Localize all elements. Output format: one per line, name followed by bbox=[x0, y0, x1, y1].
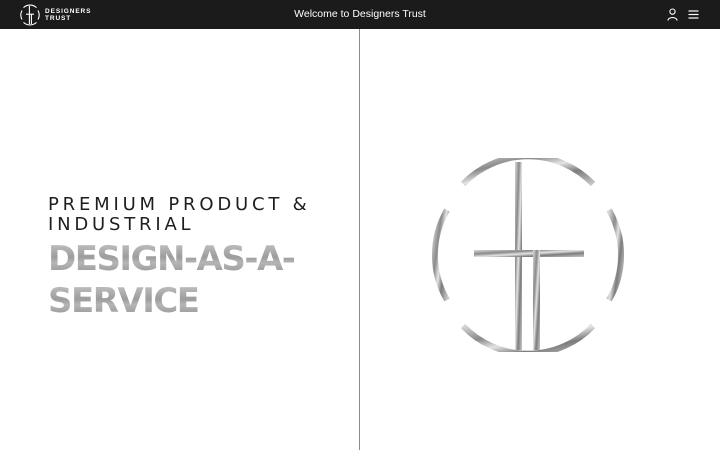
designers-trust-emblem-icon bbox=[431, 158, 625, 352]
hero-heading: PREMIUM PRODUCT & INDUSTRIAL DESIGN-AS-A… bbox=[48, 194, 348, 320]
welcome-message: Welcome to Designers Trust bbox=[294, 8, 426, 20]
header-actions bbox=[667, 8, 699, 21]
hero-subtitle-line2: INDUSTRIAL bbox=[48, 214, 195, 235]
hero-title-line2: SERVICE bbox=[48, 283, 348, 319]
vertical-divider bbox=[359, 29, 360, 450]
hero-subtitle-line1: PREMIUM PRODUCT & bbox=[48, 194, 311, 215]
menu-icon[interactable] bbox=[688, 8, 699, 21]
brand-emblem bbox=[430, 158, 626, 352]
user-icon[interactable] bbox=[667, 8, 678, 21]
hero-title-line1: DESIGN-AS-A- bbox=[48, 241, 348, 277]
top-navigation-bar: DESIGNERS TRUST Welcome to Designers Tru… bbox=[0, 0, 720, 29]
